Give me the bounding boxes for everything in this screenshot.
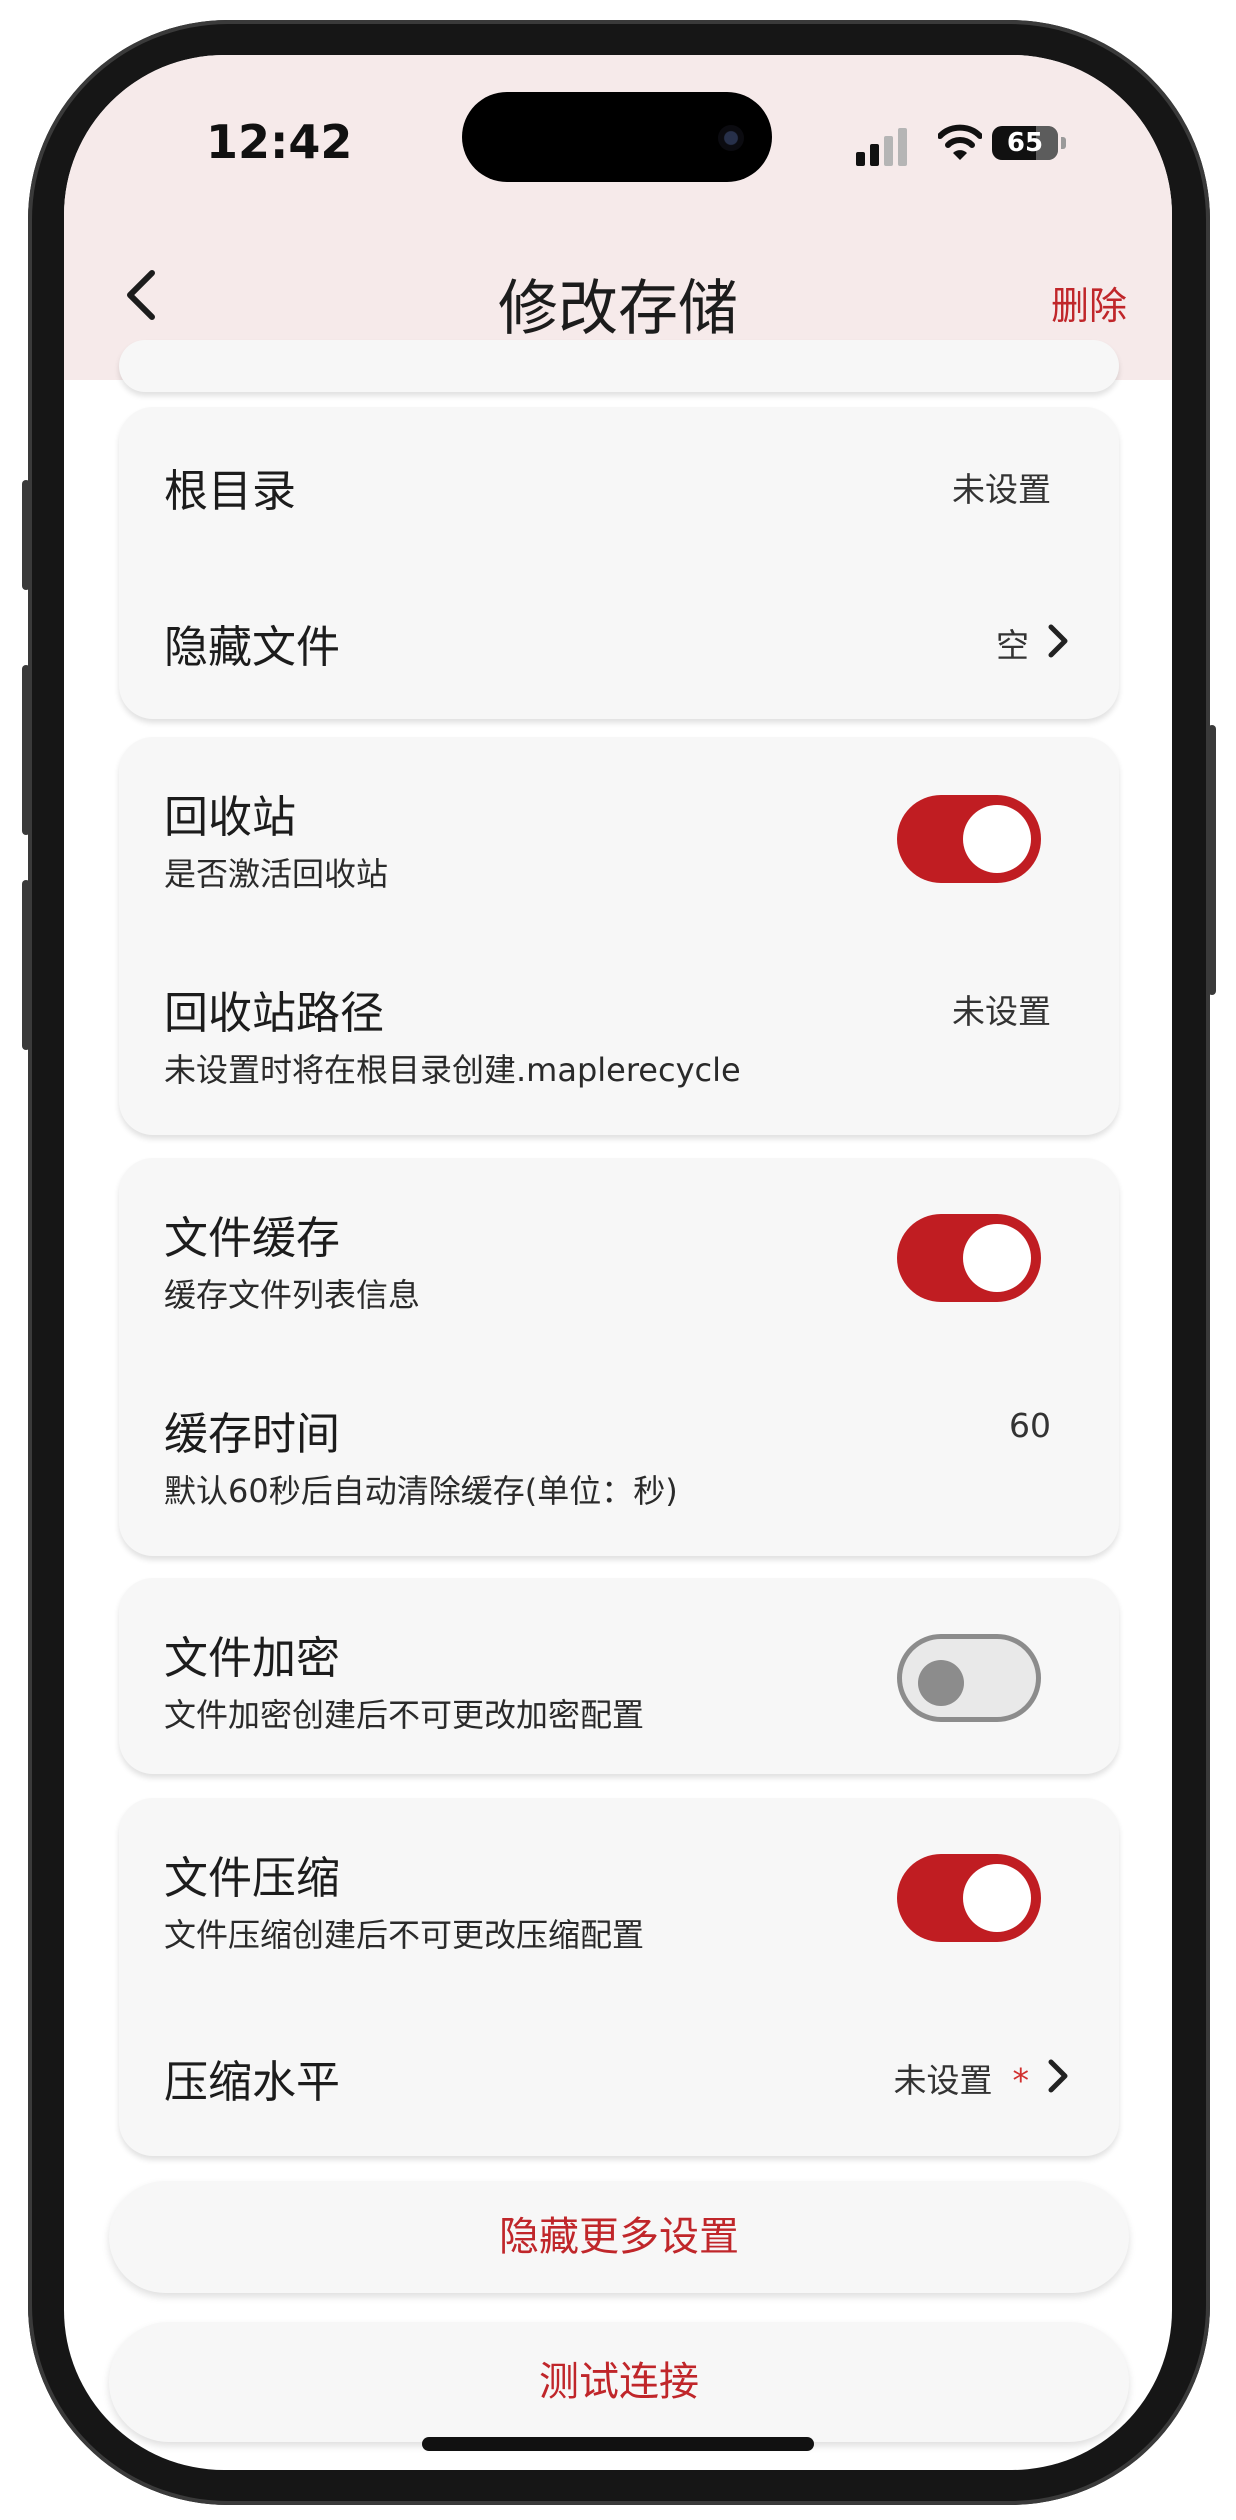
cache-time-value: 60 <box>1009 1406 1051 1445</box>
required-mark: * <box>1012 2061 1030 2100</box>
hidden-files-value: 空 <box>996 626 1029 665</box>
chevron-right-icon <box>1048 624 1068 658</box>
screen: 12:42 65 修改存储 删除 根目录 未设置 隐藏文件 空 回收站 是否激活… <box>64 55 1172 2470</box>
storage-card: 根目录 未设置 隐藏文件 空 <box>119 407 1119 719</box>
encryption-label: 文件加密 <box>164 1633 340 1684</box>
app-bar: 12:42 65 修改存储 删除 <box>64 55 1172 380</box>
root-dir-label: 根目录 <box>164 466 296 517</box>
hide-more-settings-button[interactable]: 隐藏更多设置 <box>109 2181 1129 2293</box>
cache-time-desc: 默认60秒后自动清除缓存(单位：秒) <box>164 1472 678 1510</box>
chevron-right-icon <box>1048 2059 1068 2093</box>
cache-label: 文件缓存 <box>164 1213 340 1264</box>
recycle-toggle[interactable] <box>897 795 1041 883</box>
recycle-card: 回收站 是否激活回收站 回收站路径 未设置时将在根目录创建.maplerecyc… <box>119 737 1119 1135</box>
compression-level-text: 未设置 <box>893 2061 993 2100</box>
wifi-icon <box>938 124 982 160</box>
status-icons: 65 <box>856 122 1086 166</box>
home-indicator <box>422 2437 814 2451</box>
cache-toggle-row[interactable]: 文件缓存 缓存文件列表信息 <box>119 1158 1119 1358</box>
compression-toggle-row[interactable]: 文件压缩 文件压缩创建后不可更改压缩配置 <box>119 1798 1119 1998</box>
test-connection-button[interactable]: 测试连接 <box>109 2322 1129 2442</box>
compression-desc: 文件压缩创建后不可更改压缩配置 <box>164 1916 645 1954</box>
root-dir-value: 未设置 <box>952 470 1051 509</box>
recycle-path-desc: 未设置时将在根目录创建.maplerecycle <box>164 1051 741 1089</box>
root-dir-row[interactable]: 根目录 未设置 <box>119 407 1119 563</box>
hidden-files-row[interactable]: 隐藏文件 空 <box>119 563 1119 719</box>
recycle-path-row[interactable]: 回收站路径 未设置时将在根目录创建.maplerecycle 未设置 <box>119 937 1119 1135</box>
recycle-path-label: 回收站路径 <box>164 988 384 1039</box>
compression-label: 文件压缩 <box>164 1853 340 1904</box>
cache-desc: 缓存文件列表信息 <box>164 1276 421 1314</box>
camera-icon <box>718 125 744 151</box>
encryption-toggle-row[interactable]: 文件加密 文件加密创建后不可更改加密配置 <box>119 1578 1119 1774</box>
compression-level-value: 未设置 * <box>894 2054 1030 2102</box>
cache-time-row[interactable]: 缓存时间 默认60秒后自动清除缓存(单位：秒) 60 <box>119 1358 1119 1556</box>
previous-card-bottom <box>119 340 1119 392</box>
compression-level-row[interactable]: 压缩水平 未设置 * <box>119 1998 1119 2156</box>
cache-time-label: 缓存时间 <box>164 1409 340 1460</box>
settings-list[interactable]: 根目录 未设置 隐藏文件 空 回收站 是否激活回收站 回收站路径 未设置时将在根… <box>64 340 1172 2470</box>
battery-level: 65 <box>1006 128 1044 158</box>
recycle-label: 回收站 <box>164 792 296 843</box>
recycle-toggle-row[interactable]: 回收站 是否激活回收站 <box>119 737 1119 937</box>
hidden-files-label: 隐藏文件 <box>164 622 340 673</box>
battery-icon: 65 <box>992 126 1066 160</box>
volume-up-button <box>22 665 30 835</box>
dynamic-island <box>462 92 772 182</box>
recycle-path-value: 未设置 <box>952 992 1051 1031</box>
recycle-desc: 是否激活回收站 <box>164 855 389 893</box>
delete-button[interactable]: 删除 <box>1051 275 1127 330</box>
encryption-card: 文件加密 文件加密创建后不可更改加密配置 <box>119 1578 1119 1774</box>
compression-level-label: 压缩水平 <box>164 2057 340 2108</box>
encryption-desc: 文件加密创建后不可更改加密配置 <box>164 1696 645 1734</box>
volume-down-button <box>22 880 30 1050</box>
status-time: 12:42 <box>206 115 353 169</box>
encryption-toggle[interactable] <box>897 1634 1041 1722</box>
page-title: 修改存储 <box>498 274 738 344</box>
cache-card: 文件缓存 缓存文件列表信息 缓存时间 默认60秒后自动清除缓存(单位：秒) 60 <box>119 1158 1119 1556</box>
compression-card: 文件压缩 文件压缩创建后不可更改压缩配置 压缩水平 未设置 * <box>119 1798 1119 2156</box>
action-button <box>22 480 30 590</box>
cache-toggle[interactable] <box>897 1214 1041 1302</box>
power-button <box>1208 725 1216 995</box>
compression-toggle[interactable] <box>897 1854 1041 1942</box>
